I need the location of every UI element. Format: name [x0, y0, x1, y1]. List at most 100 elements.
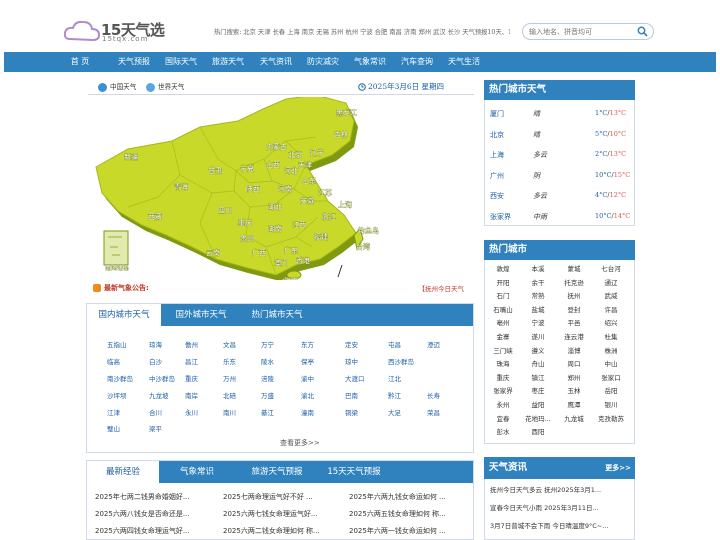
- more-cities-link[interactable]: 查看更多>>: [280, 438, 320, 448]
- city-link[interactable]: 昌江: [185, 356, 198, 366]
- city-link[interactable]: 琼中: [345, 356, 358, 366]
- city-link[interactable]: 乐东: [223, 356, 236, 366]
- news-item[interactable]: 2025年六两九钱女命运如何 ...: [349, 492, 467, 502]
- hot-city-link[interactable]: 花地玛...: [520, 413, 556, 423]
- search-box[interactable]: [522, 23, 654, 40]
- city-link[interactable]: 保亭: [301, 356, 314, 366]
- city-name[interactable]: 张家界: [490, 212, 511, 222]
- city-link[interactable]: 大渡口: [345, 373, 365, 383]
- hot-city-link[interactable]: 酉阳: [520, 426, 556, 436]
- hot-city-link[interactable]: 七台河: [593, 263, 629, 273]
- province-label[interactable]: 福建: [314, 232, 329, 242]
- city-link[interactable]: 西沙群岛: [388, 356, 414, 366]
- news-item[interactable]: 2025年六两一钱女命运如何 ...: [349, 526, 467, 536]
- province-label[interactable]: 宁夏: [240, 164, 255, 174]
- hot-city-link[interactable]: 平邑: [556, 317, 592, 327]
- news-headline[interactable]: 抚州今日天气多云 抚州2025年3月1...: [490, 484, 630, 494]
- city-link[interactable]: 陵水: [261, 356, 274, 366]
- nav-knowledge[interactable]: 气象常识: [348, 52, 392, 72]
- hot-city-link[interactable]: 杜集: [593, 331, 629, 341]
- hot-city-link[interactable]: 宜春: [485, 413, 521, 423]
- city-link[interactable]: 璧山: [107, 423, 120, 433]
- city-link[interactable]: 铜梁: [345, 407, 358, 417]
- city-name[interactable]: 厦门: [490, 109, 504, 119]
- city-link[interactable]: 涪陵: [261, 373, 274, 383]
- city-link[interactable]: 梁平: [149, 423, 162, 433]
- city-link[interactable]: 綦江: [261, 407, 274, 417]
- hot-weather-row[interactable]: 上海 多云 2°C/13°C: [485, 144, 634, 164]
- city-link[interactable]: 澄迈: [427, 339, 440, 349]
- tab-travel-forecast[interactable]: 旅游天气预报: [235, 461, 319, 483]
- notice-message[interactable]: 【抚州今日天气: [419, 283, 465, 293]
- province-label[interactable]: 海南: [284, 276, 299, 280]
- province-label[interactable]: 浙江: [322, 212, 337, 222]
- news-item[interactable]: 2025七两命理运气好不好 ...: [223, 492, 341, 502]
- province-label[interactable]: 安徽: [300, 196, 315, 206]
- hot-city-link[interactable]: 金寨: [485, 331, 521, 341]
- hot-city-link[interactable]: 舟山: [520, 358, 556, 368]
- province-label[interactable]: 澳门: [274, 258, 289, 268]
- hot-city-link[interactable]: 托克逊: [556, 277, 592, 287]
- city-link[interactable]: 北碚: [223, 390, 236, 400]
- province-label[interactable]: 上海: [338, 200, 353, 210]
- news-headline[interactable]: 3月7日普城不会下雨 今日晴温度9°C~...: [490, 520, 630, 530]
- news-item[interactable]: 2025年七两二钱男命婚姻好...: [95, 492, 213, 502]
- city-link[interactable]: 永川: [185, 407, 198, 417]
- hot-city-link[interactable]: 许昌: [593, 304, 629, 314]
- hot-search-links[interactable]: 热门搜索: 北京 天津 长春 上海 南京 无锡 苏州 杭州 宁波 合肥 南昌 济…: [214, 27, 510, 36]
- hot-city-link[interactable]: 株洲: [593, 345, 629, 355]
- hot-city-link[interactable]: 蒙城: [556, 263, 592, 273]
- city-link[interactable]: 五指山: [107, 339, 127, 349]
- province-label[interactable]: 湖南: [268, 224, 283, 234]
- hot-city-link[interactable]: 周口: [556, 358, 592, 368]
- hot-city-link[interactable]: 登封: [556, 304, 592, 314]
- province-label[interactable]: 广东: [284, 246, 299, 256]
- hot-city-link[interactable]: 克孜勒苏: [593, 413, 629, 423]
- city-link[interactable]: 白沙: [149, 356, 162, 366]
- city-link[interactable]: 渝北: [301, 390, 314, 400]
- news-more-link[interactable]: 更多>>: [605, 457, 631, 479]
- province-label[interactable]: 黑龙江: [336, 108, 358, 118]
- hot-city-link[interactable]: 遂川: [520, 331, 556, 341]
- hot-city-link[interactable]: 重庆: [485, 372, 521, 382]
- news-headline[interactable]: 宣春今日天气小雨 2025年3月11日...: [490, 502, 630, 512]
- city-link[interactable]: 南岸: [185, 390, 198, 400]
- hot-city-link[interactable]: 抚州: [556, 290, 592, 300]
- city-link[interactable]: 定安: [345, 339, 358, 349]
- province-label[interactable]: 陕西: [246, 184, 261, 194]
- province-label[interactable]: 内蒙古: [266, 142, 288, 152]
- province-label[interactable]: 天津: [298, 161, 313, 170]
- nav-international[interactable]: 国际天气: [159, 52, 203, 72]
- nav-home[interactable]: 首 页: [62, 52, 98, 72]
- city-link[interactable]: 南川: [223, 407, 236, 417]
- city-link[interactable]: 黔江: [388, 390, 401, 400]
- hot-city-link[interactable]: 余干: [520, 277, 556, 287]
- hot-city-link[interactable]: 石门: [485, 290, 521, 300]
- news-item[interactable]: 2025六两八钱女是否命还是...: [95, 509, 213, 519]
- hot-weather-row[interactable]: 厦门 晴 1°C/13°C: [485, 103, 634, 123]
- city-link[interactable]: 万州: [223, 373, 236, 383]
- hot-city-link[interactable]: 亳州: [485, 317, 521, 327]
- hot-city-link[interactable]: 银川: [593, 399, 629, 409]
- nav-disaster[interactable]: 防灾减灾: [301, 52, 345, 72]
- province-label[interactable]: 辽宁: [310, 148, 325, 158]
- hot-city-link[interactable]: 益阳: [520, 399, 556, 409]
- search-input[interactable]: [529, 26, 635, 38]
- nav-travel[interactable]: 旅游天气: [206, 52, 250, 72]
- city-link[interactable]: 江津: [107, 407, 120, 417]
- hot-weather-row[interactable]: 西安 多云 4°C/12°C: [485, 185, 634, 205]
- province-label[interactable]: 香港: [296, 256, 311, 266]
- province-label[interactable]: 湖北: [268, 202, 283, 212]
- province-label[interactable]: 南海诸岛: [105, 264, 130, 273]
- tab-latest-experience[interactable]: 最新经验: [87, 461, 159, 483]
- hot-city-link[interactable]: 宁波: [520, 317, 556, 327]
- hot-weather-row[interactable]: 北京 晴 5°C/10°C: [485, 124, 634, 144]
- hot-city-link[interactable]: 三门峡: [485, 345, 521, 355]
- news-item[interactable]: 2025六两七钱女命理运气好...: [223, 509, 341, 519]
- province-label[interactable]: 山西: [266, 160, 281, 170]
- nav-life[interactable]: 天气生活: [442, 52, 486, 72]
- province-label[interactable]: 甘肃: [208, 166, 223, 176]
- city-link[interactable]: 沙坪坝: [107, 390, 127, 400]
- province-label[interactable]: 贵州: [240, 234, 255, 244]
- tab-hot-cities[interactable]: 热门城市天气: [239, 304, 315, 326]
